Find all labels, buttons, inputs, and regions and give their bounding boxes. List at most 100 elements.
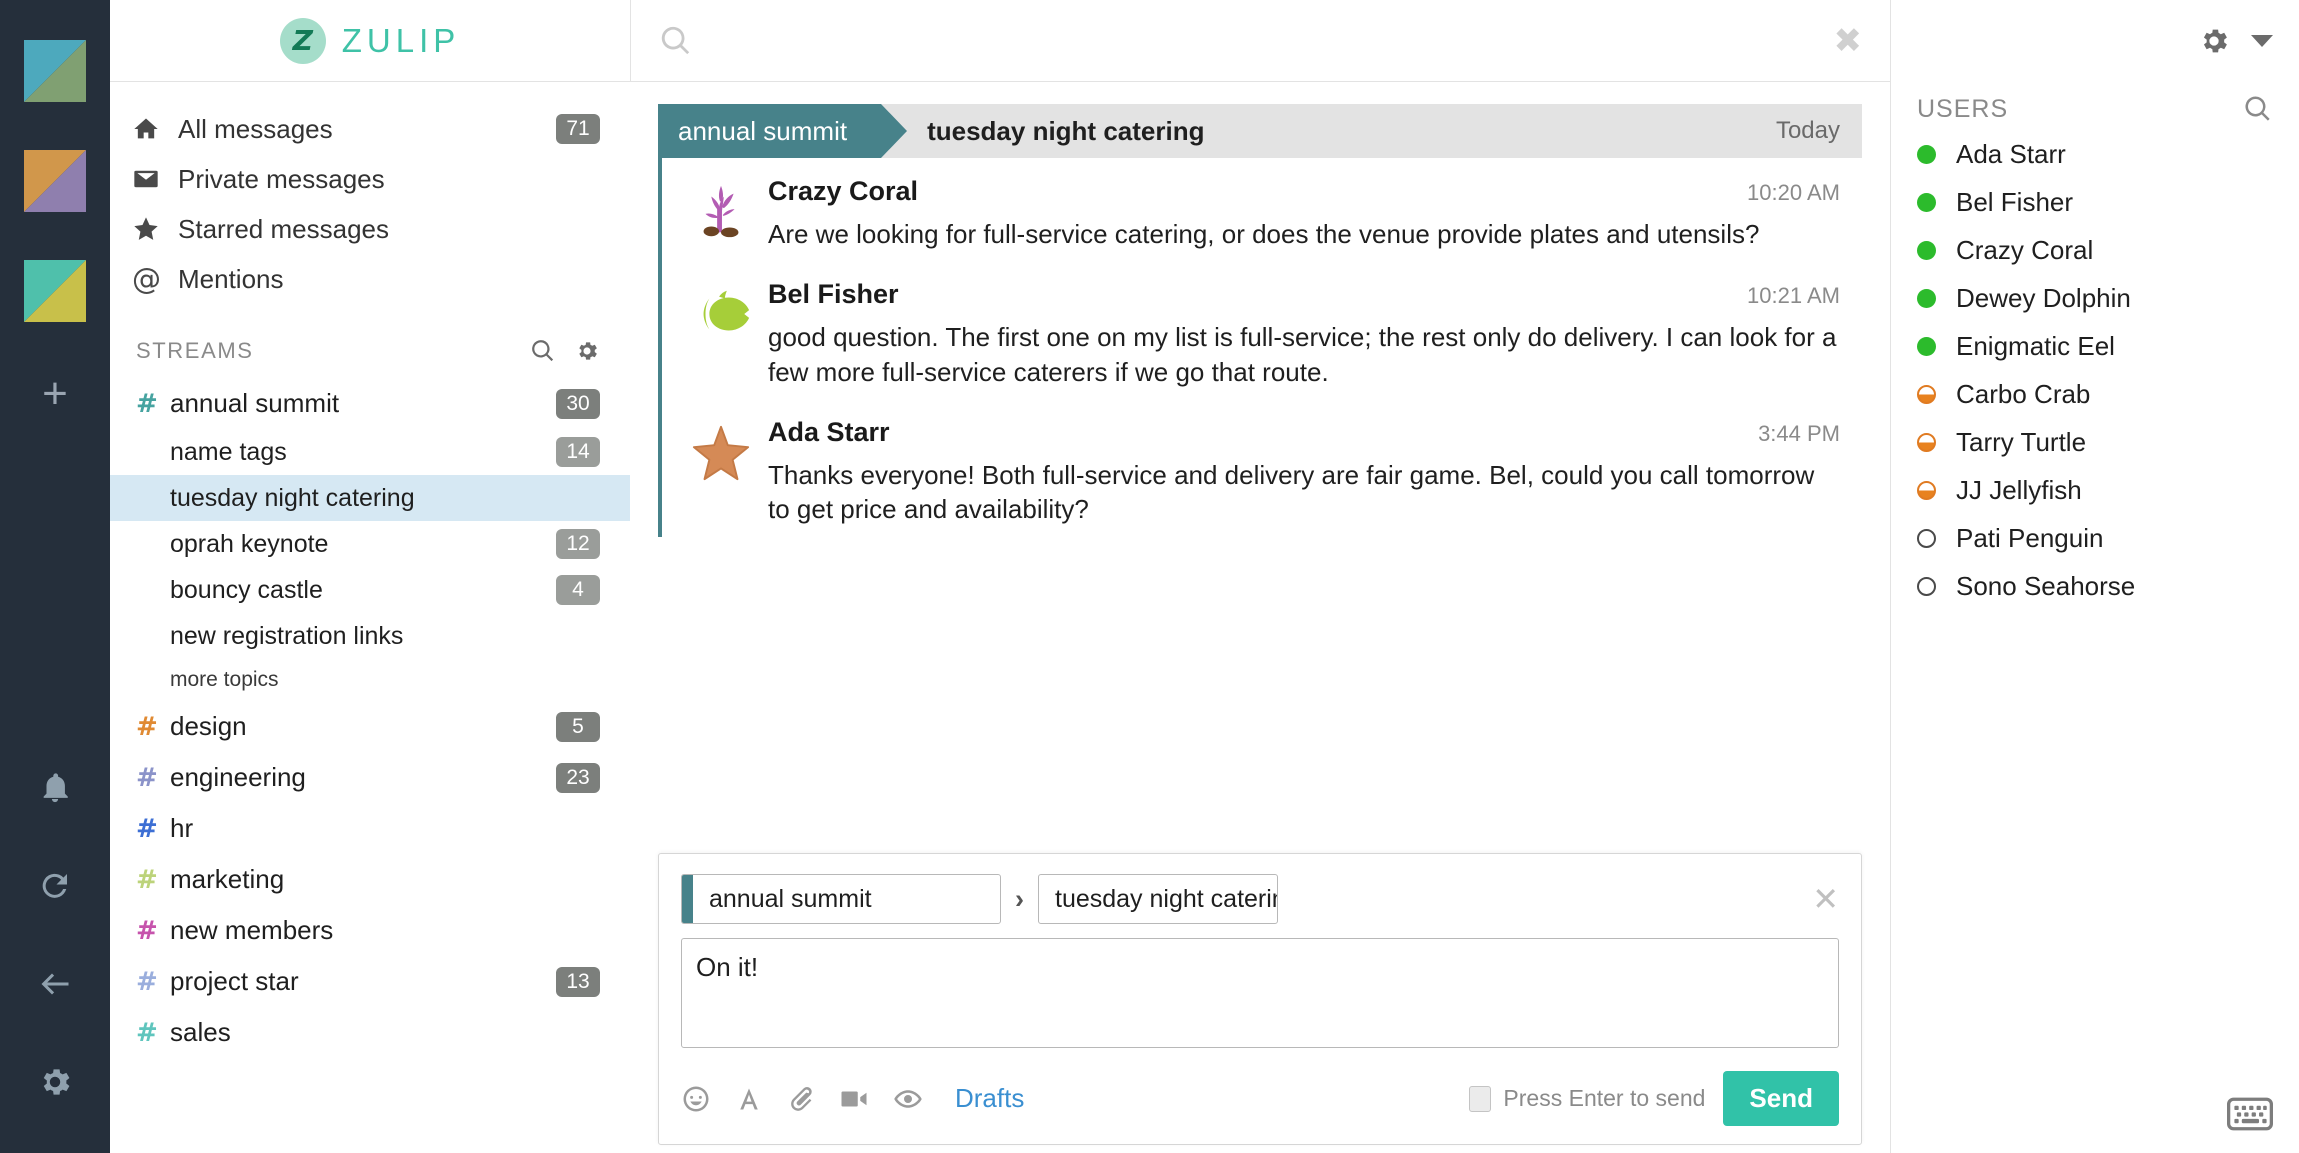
users-header: USERS — [1891, 82, 2299, 130]
stream-hash-icon: # — [136, 1017, 158, 1048]
compose-recipient-row: › ✕ — [681, 874, 1839, 924]
user-list-item[interactable]: Crazy Coral — [1891, 226, 2299, 274]
sidebar-item-starred-messages[interactable]: Starred messages — [110, 204, 630, 254]
organization-avatar-3[interactable] — [24, 260, 86, 322]
compose-topic-input[interactable] — [1039, 884, 1277, 914]
drafts-link[interactable]: Drafts — [955, 1083, 1024, 1114]
keyboard-shortcuts-icon[interactable] — [2227, 1097, 2273, 1131]
message-sender[interactable]: Crazy Coral — [768, 176, 918, 207]
settings-gear-icon[interactable] — [28, 1055, 82, 1109]
recipient-date: Today — [1775, 117, 1840, 144]
user-list-item[interactable]: Dewey Dolphin — [1891, 274, 2299, 322]
stream-name: annual summit — [170, 388, 340, 418]
recipient-bar: annual summit tuesday night catering Tod… — [658, 104, 1862, 158]
user-name: Dewey Dolphin — [1956, 282, 2131, 313]
user-list-item[interactable]: Sono Seahorse — [1891, 562, 2299, 610]
sidebar-stream-hr[interactable]: # hr — [110, 803, 630, 854]
sidebar-topic-new-registration-links[interactable]: new registration links — [110, 613, 630, 659]
user-name: Pati Penguin — [1956, 522, 2104, 553]
stream-hash-icon: # — [136, 813, 158, 844]
search-input[interactable] — [713, 25, 1820, 56]
reload-icon[interactable] — [28, 859, 82, 913]
presence-indicator-idle — [1917, 480, 1936, 500]
compose-close-icon[interactable]: ✕ — [1812, 880, 1839, 918]
user-list-item[interactable]: Pati Penguin — [1891, 514, 2299, 562]
brand-header: Z ZULIP — [110, 0, 630, 82]
sidebar-topic-oprah-keynote[interactable]: oprah keynote 12 — [110, 521, 630, 567]
text-format-icon[interactable] — [735, 1085, 763, 1113]
message-row: Ada Starr 3:44 PM Thanks everyone! Both … — [662, 399, 1862, 537]
presence-indicator-idle — [1917, 432, 1936, 452]
sidebar-stream-sales[interactable]: # sales — [110, 1007, 630, 1058]
send-button[interactable]: Send — [1723, 1071, 1839, 1126]
center-column: ✖ annual summit tuesday night catering T… — [630, 0, 1890, 1153]
user-name: Crazy Coral — [1956, 234, 2094, 265]
sidebar-topic-bouncy-castle[interactable]: bouncy castle 4 — [110, 567, 630, 613]
user-list-item[interactable]: Tarry Turtle — [1891, 418, 2299, 466]
compose-topic-field[interactable] — [1038, 874, 1278, 924]
sidebar-stream-design[interactable]: # design 5 — [110, 701, 630, 752]
sidebar-stream-engineering[interactable]: # engineering 23 — [110, 752, 630, 803]
starfish-avatar[interactable] — [684, 417, 758, 527]
compose-box: › ✕ — [658, 853, 1862, 1145]
sidebar-stream-project-star[interactable]: # project star 13 — [110, 956, 630, 1007]
stream-name: sales — [170, 1017, 231, 1047]
user-search-icon[interactable] — [2243, 94, 2273, 124]
more-topics-link[interactable]: more topics — [110, 659, 630, 701]
unread-badge: 4 — [556, 575, 600, 605]
organization-avatar-1[interactable] — [24, 40, 86, 102]
compose-toolbar: Drafts Press Enter to send Send — [681, 1071, 1839, 1126]
main-menu-gear-icon[interactable] — [2197, 24, 2231, 58]
message-sender[interactable]: Ada Starr — [768, 417, 890, 448]
back-arrow-icon[interactable] — [28, 957, 82, 1011]
user-list-item[interactable]: Carbo Crab — [1891, 370, 2299, 418]
message-timestamp: 10:21 AM — [1747, 283, 1840, 309]
recipient-topic-link[interactable]: tuesday night catering — [927, 116, 1204, 147]
sidebar-item-private-messages[interactable]: Private messages — [110, 154, 630, 204]
user-name: Carbo Crab — [1956, 378, 2091, 409]
user-list-item[interactable]: Ada Starr — [1891, 130, 2299, 178]
stream-settings-gear-icon[interactable] — [574, 338, 600, 364]
emoji-icon[interactable] — [681, 1084, 711, 1114]
message-area: annual summit tuesday night catering Tod… — [630, 82, 1890, 1153]
message-header: Ada Starr 3:44 PM — [768, 417, 1840, 448]
stream-hash-icon: # — [136, 711, 158, 742]
user-list-item[interactable]: Bel Fisher — [1891, 178, 2299, 226]
organization-avatar-2[interactable] — [24, 150, 86, 212]
chevron-down-icon[interactable] — [2251, 35, 2273, 47]
sidebar-topic-name-tags[interactable]: name tags 14 — [110, 429, 630, 475]
recipient-stream-link[interactable]: annual summit — [658, 104, 908, 158]
message-sender[interactable]: Bel Fisher — [768, 279, 899, 310]
compose-message-input[interactable] — [681, 938, 1839, 1048]
message-timestamp: 3:44 PM — [1758, 420, 1840, 446]
topic-label: bouncy castle — [170, 575, 323, 604]
user-name: Enigmatic Eel — [1956, 330, 2115, 361]
search-clear-icon[interactable]: ✖ — [1820, 21, 1863, 61]
video-call-icon[interactable] — [839, 1084, 869, 1114]
fish-avatar[interactable] — [684, 279, 758, 389]
sidebar-item-mentions[interactable]: @ Mentions — [110, 254, 630, 304]
sidebar-stream-marketing[interactable]: # marketing — [110, 854, 630, 905]
preview-icon[interactable] — [893, 1084, 923, 1114]
user-list-item[interactable]: Enigmatic Eel — [1891, 322, 2299, 370]
stream-search-icon[interactable] — [530, 338, 556, 364]
compose-stream-field[interactable] — [681, 874, 1001, 924]
message-text: Thanks everyone! Both full-service and d… — [768, 459, 1815, 525]
press-enter-to-send-checkbox[interactable] — [1469, 1085, 1492, 1112]
user-list-item[interactable]: JJ Jellyfish — [1891, 466, 2299, 514]
sidebar-topic-tuesday-night-catering[interactable]: tuesday night catering — [110, 475, 630, 521]
attachment-icon[interactable] — [787, 1085, 815, 1113]
message-header: Bel Fisher 10:21 AM — [768, 279, 1840, 310]
stream-hash-icon: # — [136, 762, 158, 793]
press-enter-to-send-label: Press Enter to send — [1503, 1085, 1706, 1111]
compose-stream-input[interactable] — [693, 884, 1000, 914]
sidebar-stream-new-members[interactable]: # new members — [110, 905, 630, 956]
coral-avatar[interactable] — [684, 176, 758, 251]
sidebar-item-all-messages[interactable]: All messages 71 — [110, 104, 630, 154]
unread-badge: 30 — [556, 388, 600, 419]
bell-icon[interactable] — [28, 761, 82, 815]
left-sidebar: All messages 71 Private messages Starred… — [110, 82, 630, 1153]
add-organization-button[interactable]: + — [42, 372, 68, 416]
sidebar-stream-annual-summit[interactable]: # annual summit 30 — [110, 378, 630, 429]
message-body: Ada Starr 3:44 PM Thanks everyone! Both … — [758, 417, 1840, 527]
